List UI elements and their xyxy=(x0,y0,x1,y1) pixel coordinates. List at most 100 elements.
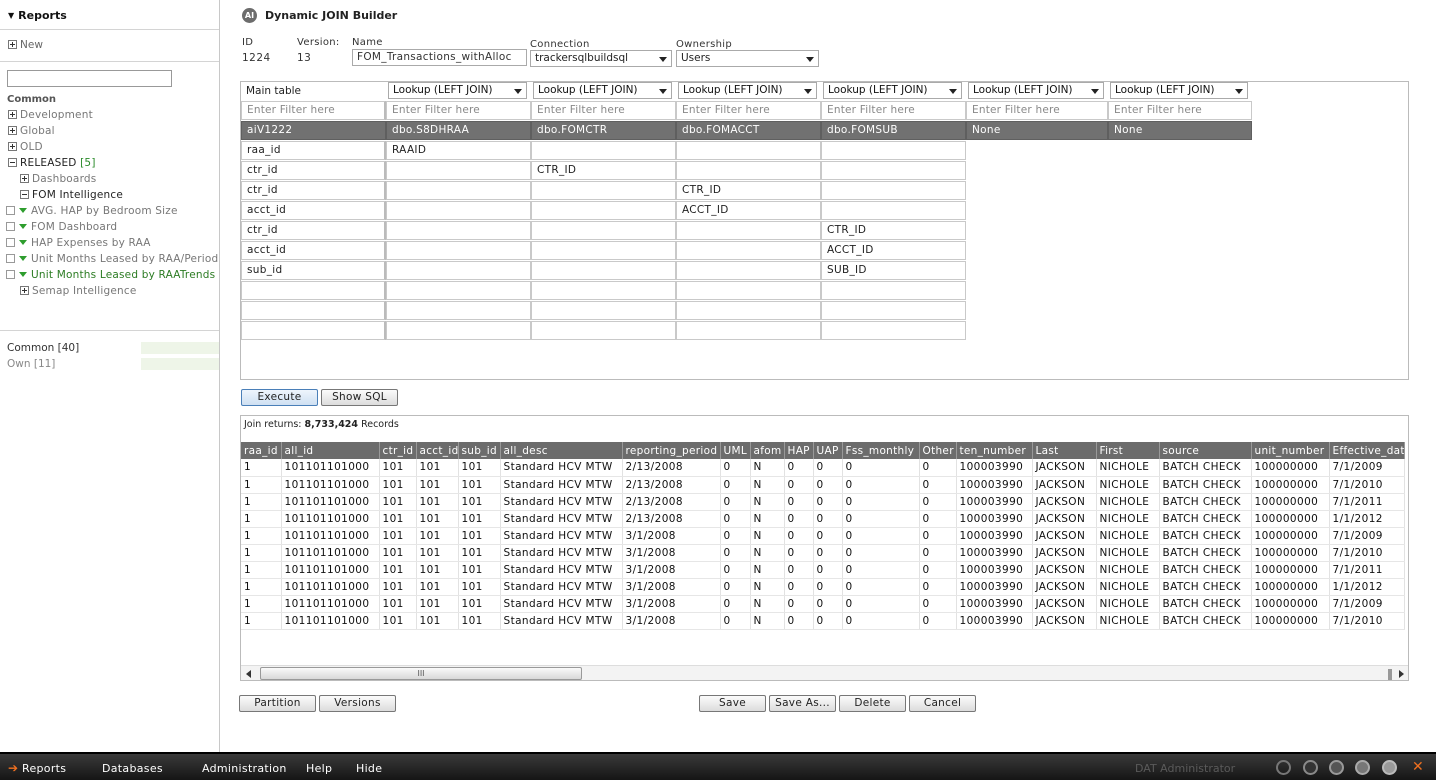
key-field-cell[interactable]: acct_id xyxy=(241,241,386,260)
key-field-cell[interactable] xyxy=(241,281,386,300)
column-header[interactable]: First xyxy=(1096,442,1160,459)
reports-header[interactable]: ▼ Reports xyxy=(0,0,219,30)
common-count[interactable]: Common [40] xyxy=(7,341,79,355)
join-type-select[interactable]: Lookup (LEFT JOIN) xyxy=(968,82,1104,99)
tree-node-dashboards[interactable]: Dashboards xyxy=(0,171,219,187)
column-header[interactable]: all_desc xyxy=(500,442,623,459)
key-mapping-cell[interactable] xyxy=(676,301,821,320)
table-name-cell[interactable]: dbo.S8DHRAA xyxy=(386,121,531,140)
table-row[interactable]: 1 101101101000 101 101 101 Standard HCV MTW 3/… xyxy=(241,544,1405,562)
key-mapping-cell[interactable]: CTR_ID xyxy=(821,221,966,240)
expand-icon[interactable] xyxy=(8,110,17,119)
filter-input[interactable]: Enter Filter here xyxy=(1108,101,1252,120)
table-name-cell[interactable]: dbo.FOMSUB xyxy=(821,121,966,140)
new-report-button[interactable]: New xyxy=(0,30,219,62)
key-field-cell[interactable]: acct_id xyxy=(241,201,386,220)
key-mapping-cell[interactable] xyxy=(821,281,966,300)
show-sql-button[interactable]: Show SQL xyxy=(321,389,398,406)
table-row[interactable]: 1 101101101000 101 101 101 Standard HCV MTW 2/… xyxy=(241,493,1405,511)
key-mapping-cell[interactable] xyxy=(386,261,531,280)
report-item[interactable]: HAP Expenses by RAA xyxy=(0,235,219,251)
column-header[interactable]: reporting_period xyxy=(622,442,721,459)
key-mapping-cell[interactable]: CTR_ID xyxy=(531,161,676,180)
key-mapping-cell[interactable]: CTR_ID xyxy=(676,181,821,200)
column-header[interactable]: all_id xyxy=(281,442,380,459)
report-checkbox[interactable] xyxy=(6,206,15,215)
column-header[interactable]: ten_number xyxy=(956,442,1033,459)
key-mapping-cell[interactable] xyxy=(531,241,676,260)
scrollbar-thumb[interactable]: III xyxy=(260,667,582,680)
report-checkbox[interactable] xyxy=(6,238,15,247)
column-header[interactable]: Last xyxy=(1032,442,1097,459)
scroll-right-icon[interactable] xyxy=(1399,670,1404,678)
column-header[interactable]: afom xyxy=(750,442,785,459)
column-header[interactable]: HAP xyxy=(784,442,814,459)
key-mapping-cell[interactable] xyxy=(821,201,966,220)
report-item-selected[interactable]: Unit Months Leased by RAATrends xyxy=(0,267,219,283)
key-mapping-cell[interactable]: SUB_ID xyxy=(821,261,966,280)
key-field-cell[interactable] xyxy=(241,301,386,320)
taskbar-databases[interactable]: Databases xyxy=(102,762,163,775)
tree-node-development[interactable]: Development xyxy=(0,107,219,123)
join-type-select[interactable]: Lookup (LEFT JOIN) xyxy=(1110,82,1248,99)
column-header[interactable]: Other xyxy=(919,442,957,459)
tree-node-semap-intelligence[interactable]: Semap Intelligence xyxy=(0,283,219,299)
status-circle-icon[interactable] xyxy=(1382,760,1397,775)
column-header[interactable]: sub_id xyxy=(458,442,501,459)
cancel-button[interactable]: Cancel xyxy=(909,695,976,712)
collapse-icon[interactable] xyxy=(8,158,17,167)
column-header[interactable]: Fss_monthly xyxy=(842,442,920,459)
key-mapping-cell[interactable] xyxy=(531,181,676,200)
key-field-cell[interactable]: raa_id xyxy=(241,141,386,160)
key-mapping-cell[interactable] xyxy=(531,261,676,280)
key-field-cell[interactable] xyxy=(241,321,386,340)
table-name-cell[interactable]: dbo.FOMCTR xyxy=(531,121,676,140)
key-mapping-cell[interactable] xyxy=(531,221,676,240)
status-circle-icon[interactable] xyxy=(1303,760,1318,775)
scroll-left-icon[interactable] xyxy=(246,670,251,678)
column-header[interactable]: ctr_id xyxy=(379,442,417,459)
table-row[interactable]: 1 101101101000 101 101 101 Standard HCV MTW 3/… xyxy=(241,595,1405,613)
table-row[interactable]: 1 101101101000 101 101 101 Standard HCV MTW 3/… xyxy=(241,527,1405,545)
filter-input[interactable]: Enter Filter here xyxy=(386,101,531,120)
filter-input[interactable]: Enter Filter here xyxy=(821,101,966,120)
filter-input[interactable]: Enter Filter here xyxy=(676,101,821,120)
tree-node-old[interactable]: OLD xyxy=(0,139,219,155)
taskbar-reports[interactable]: Reports xyxy=(22,762,66,775)
column-header[interactable]: UML xyxy=(720,442,751,459)
key-field-cell[interactable]: sub_id xyxy=(241,261,386,280)
key-mapping-cell[interactable] xyxy=(386,281,531,300)
own-count[interactable]: Own [11] xyxy=(7,357,55,371)
join-type-select[interactable]: Lookup (LEFT JOIN) xyxy=(388,82,527,99)
save-as-button[interactable]: Save As... xyxy=(769,695,836,712)
column-header[interactable]: raa_id xyxy=(241,442,282,459)
report-item[interactable]: Unit Months Leased by RAA/Period xyxy=(0,251,219,267)
key-mapping-cell[interactable] xyxy=(386,221,531,240)
join-type-select[interactable]: Lookup (LEFT JOIN) xyxy=(533,82,672,99)
key-mapping-cell[interactable]: ACCT_ID xyxy=(821,241,966,260)
tree-node-fom-intelligence[interactable]: FOM Intelligence xyxy=(0,187,219,203)
key-mapping-cell[interactable]: ACCT_ID xyxy=(676,201,821,220)
report-search-input[interactable] xyxy=(7,70,172,87)
versions-button[interactable]: Versions xyxy=(319,695,396,712)
key-mapping-cell[interactable] xyxy=(386,181,531,200)
table-row[interactable]: 1 101101101000 101 101 101 Standard HCV MTW 2/… xyxy=(241,510,1405,528)
filter-input[interactable]: Enter Filter here xyxy=(531,101,676,120)
table-row[interactable]: 1 101101101000 101 101 101 Standard HCV MTW 3/… xyxy=(241,578,1405,596)
taskbar-hide[interactable]: Hide xyxy=(356,762,382,775)
expand-icon[interactable] xyxy=(8,142,17,151)
key-mapping-cell[interactable] xyxy=(386,321,531,340)
table-name-cell[interactable]: None xyxy=(966,121,1108,140)
key-mapping-cell[interactable] xyxy=(386,161,531,180)
key-mapping-cell[interactable] xyxy=(531,201,676,220)
table-row[interactable]: 1 101101101000 101 101 101 Standard HCV MTW 2/… xyxy=(241,459,1405,477)
report-item[interactable]: FOM Dashboard xyxy=(0,219,219,235)
delete-button[interactable]: Delete xyxy=(839,695,906,712)
key-mapping-cell[interactable] xyxy=(676,321,821,340)
save-button[interactable]: Save xyxy=(699,695,766,712)
key-mapping-cell[interactable] xyxy=(821,321,966,340)
filter-input[interactable]: Enter Filter here xyxy=(966,101,1108,120)
expand-icon[interactable] xyxy=(8,126,17,135)
report-item[interactable]: AVG. HAP by Bedroom Size xyxy=(0,203,219,219)
table-row[interactable]: 1 101101101000 101 101 101 Standard HCV MTW 2/… xyxy=(241,476,1405,494)
